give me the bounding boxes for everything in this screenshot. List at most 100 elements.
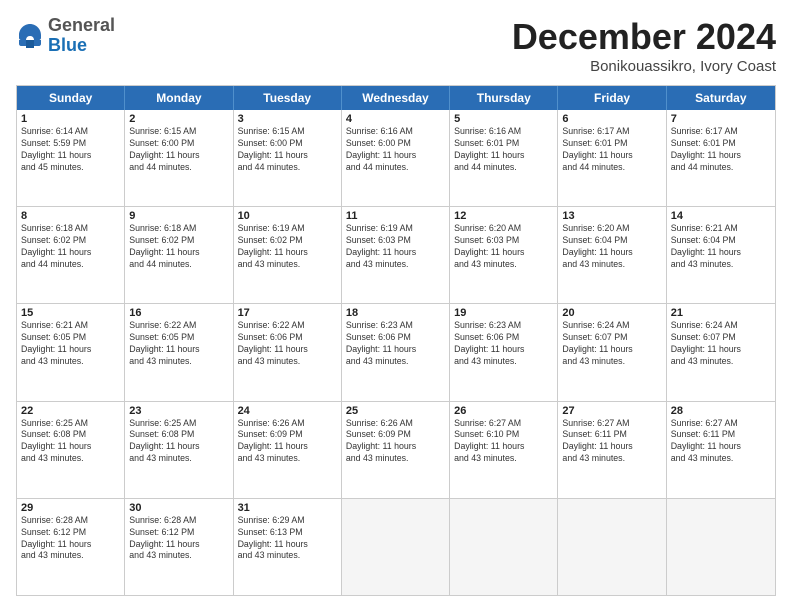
- cal-cell-2-3: 18Sunrise: 6:23 AMSunset: 6:06 PMDayligh…: [342, 304, 450, 400]
- cal-cell-0-5: 6Sunrise: 6:17 AMSunset: 6:01 PMDaylight…: [558, 110, 666, 206]
- cell-info-line: Sunrise: 6:23 AM: [454, 320, 553, 332]
- cal-cell-1-1: 9Sunrise: 6:18 AMSunset: 6:02 PMDaylight…: [125, 207, 233, 303]
- cell-info-line: and 43 minutes.: [238, 356, 337, 368]
- cell-info-line: Sunset: 6:01 PM: [454, 138, 553, 150]
- day-number: 30: [129, 502, 228, 514]
- cell-info-line: Sunset: 6:04 PM: [562, 235, 661, 247]
- month-title: December 2024: [512, 16, 776, 58]
- cal-cell-3-4: 26Sunrise: 6:27 AMSunset: 6:10 PMDayligh…: [450, 402, 558, 498]
- day-number: 31: [238, 502, 337, 514]
- cell-info-line: Daylight: 11 hours: [238, 247, 337, 259]
- cell-info-line: and 43 minutes.: [346, 259, 445, 271]
- day-number: 16: [129, 307, 228, 319]
- cal-cell-0-2: 3Sunrise: 6:15 AMSunset: 6:00 PMDaylight…: [234, 110, 342, 206]
- cell-info-line: Sunrise: 6:28 AM: [21, 515, 120, 527]
- cell-info-line: Sunrise: 6:15 AM: [238, 126, 337, 138]
- cell-info-line: and 44 minutes.: [671, 162, 771, 174]
- day-number: 22: [21, 405, 120, 417]
- cell-info-line: Sunset: 6:11 PM: [671, 429, 771, 441]
- cell-info-line: Daylight: 11 hours: [562, 150, 661, 162]
- cell-info-line: Daylight: 11 hours: [129, 150, 228, 162]
- day-number: 7: [671, 113, 771, 125]
- day-number: 20: [562, 307, 661, 319]
- week-row-2: 8Sunrise: 6:18 AMSunset: 6:02 PMDaylight…: [17, 206, 775, 303]
- cell-info-line: and 43 minutes.: [562, 259, 661, 271]
- cell-info-line: and 44 minutes.: [562, 162, 661, 174]
- cal-cell-0-3: 4Sunrise: 6:16 AMSunset: 6:00 PMDaylight…: [342, 110, 450, 206]
- cell-info-line: Sunset: 6:09 PM: [346, 429, 445, 441]
- cell-info-line: and 43 minutes.: [238, 453, 337, 465]
- cal-cell-2-6: 21Sunrise: 6:24 AMSunset: 6:07 PMDayligh…: [667, 304, 775, 400]
- cal-cell-1-5: 13Sunrise: 6:20 AMSunset: 6:04 PMDayligh…: [558, 207, 666, 303]
- cal-cell-2-5: 20Sunrise: 6:24 AMSunset: 6:07 PMDayligh…: [558, 304, 666, 400]
- cell-info-line: Sunset: 6:05 PM: [129, 332, 228, 344]
- cell-info-line: and 43 minutes.: [129, 453, 228, 465]
- cell-info-line: Sunset: 6:06 PM: [238, 332, 337, 344]
- cell-info-line: Daylight: 11 hours: [129, 441, 228, 453]
- location: Bonikouassikro, Ivory Coast: [512, 58, 776, 75]
- cell-info-line: Sunset: 6:09 PM: [238, 429, 337, 441]
- week-row-4: 22Sunrise: 6:25 AMSunset: 6:08 PMDayligh…: [17, 401, 775, 498]
- cell-info-line: and 43 minutes.: [21, 453, 120, 465]
- day-number: 13: [562, 210, 661, 222]
- header-sunday: Sunday: [17, 86, 125, 110]
- cell-info-line: Sunrise: 6:22 AM: [238, 320, 337, 332]
- day-number: 28: [671, 405, 771, 417]
- day-number: 21: [671, 307, 771, 319]
- cal-cell-4-5: [558, 499, 666, 595]
- cell-info-line: Daylight: 11 hours: [21, 247, 120, 259]
- cal-cell-4-1: 30Sunrise: 6:28 AMSunset: 6:12 PMDayligh…: [125, 499, 233, 595]
- cell-info-line: Sunset: 6:07 PM: [562, 332, 661, 344]
- day-number: 5: [454, 113, 553, 125]
- cell-info-line: Sunrise: 6:25 AM: [21, 418, 120, 430]
- cell-info-line: Sunset: 6:01 PM: [562, 138, 661, 150]
- cal-cell-1-4: 12Sunrise: 6:20 AMSunset: 6:03 PMDayligh…: [450, 207, 558, 303]
- cell-info-line: and 43 minutes.: [346, 356, 445, 368]
- logo-icon: [16, 22, 44, 50]
- cell-info-line: and 43 minutes.: [129, 356, 228, 368]
- cell-info-line: Daylight: 11 hours: [238, 344, 337, 356]
- cell-info-line: Sunrise: 6:14 AM: [21, 126, 120, 138]
- day-number: 19: [454, 307, 553, 319]
- cell-info-line: Daylight: 11 hours: [454, 344, 553, 356]
- logo-general: General: [48, 16, 115, 36]
- cell-info-line: and 43 minutes.: [238, 550, 337, 562]
- cell-info-line: and 43 minutes.: [346, 453, 445, 465]
- cal-cell-2-4: 19Sunrise: 6:23 AMSunset: 6:06 PMDayligh…: [450, 304, 558, 400]
- cell-info-line: Sunset: 6:03 PM: [346, 235, 445, 247]
- cell-info-line: Sunrise: 6:27 AM: [454, 418, 553, 430]
- cell-info-line: Sunrise: 6:18 AM: [21, 223, 120, 235]
- cell-info-line: and 43 minutes.: [454, 356, 553, 368]
- cell-info-line: Sunset: 6:12 PM: [21, 527, 120, 539]
- cell-info-line: Sunset: 6:02 PM: [129, 235, 228, 247]
- header-wednesday: Wednesday: [342, 86, 450, 110]
- cal-cell-4-4: [450, 499, 558, 595]
- cell-info-line: Sunset: 6:05 PM: [21, 332, 120, 344]
- cell-info-line: Sunrise: 6:19 AM: [238, 223, 337, 235]
- cell-info-line: and 44 minutes.: [346, 162, 445, 174]
- week-row-1: 1Sunrise: 6:14 AMSunset: 5:59 PMDaylight…: [17, 110, 775, 206]
- cell-info-line: Sunrise: 6:16 AM: [454, 126, 553, 138]
- cell-info-line: Daylight: 11 hours: [346, 344, 445, 356]
- cell-info-line: Sunrise: 6:20 AM: [562, 223, 661, 235]
- cal-cell-4-0: 29Sunrise: 6:28 AMSunset: 6:12 PMDayligh…: [17, 499, 125, 595]
- cell-info-line: Daylight: 11 hours: [129, 539, 228, 551]
- cell-info-line: Sunrise: 6:16 AM: [346, 126, 445, 138]
- cell-info-line: Sunrise: 6:22 AM: [129, 320, 228, 332]
- cal-cell-3-5: 27Sunrise: 6:27 AMSunset: 6:11 PMDayligh…: [558, 402, 666, 498]
- cell-info-line: Daylight: 11 hours: [346, 150, 445, 162]
- cal-cell-0-1: 2Sunrise: 6:15 AMSunset: 6:00 PMDaylight…: [125, 110, 233, 206]
- cell-info-line: Sunset: 6:08 PM: [129, 429, 228, 441]
- cell-info-line: Sunset: 6:02 PM: [21, 235, 120, 247]
- cell-info-line: Sunrise: 6:20 AM: [454, 223, 553, 235]
- cell-info-line: Sunset: 6:02 PM: [238, 235, 337, 247]
- logo-text: General Blue: [48, 16, 115, 56]
- cell-info-line: Sunrise: 6:26 AM: [346, 418, 445, 430]
- cell-info-line: Sunrise: 6:18 AM: [129, 223, 228, 235]
- day-number: 6: [562, 113, 661, 125]
- cell-info-line: Sunset: 6:08 PM: [21, 429, 120, 441]
- day-number: 4: [346, 113, 445, 125]
- cell-info-line: Daylight: 11 hours: [671, 150, 771, 162]
- cal-cell-3-6: 28Sunrise: 6:27 AMSunset: 6:11 PMDayligh…: [667, 402, 775, 498]
- cell-info-line: Daylight: 11 hours: [454, 150, 553, 162]
